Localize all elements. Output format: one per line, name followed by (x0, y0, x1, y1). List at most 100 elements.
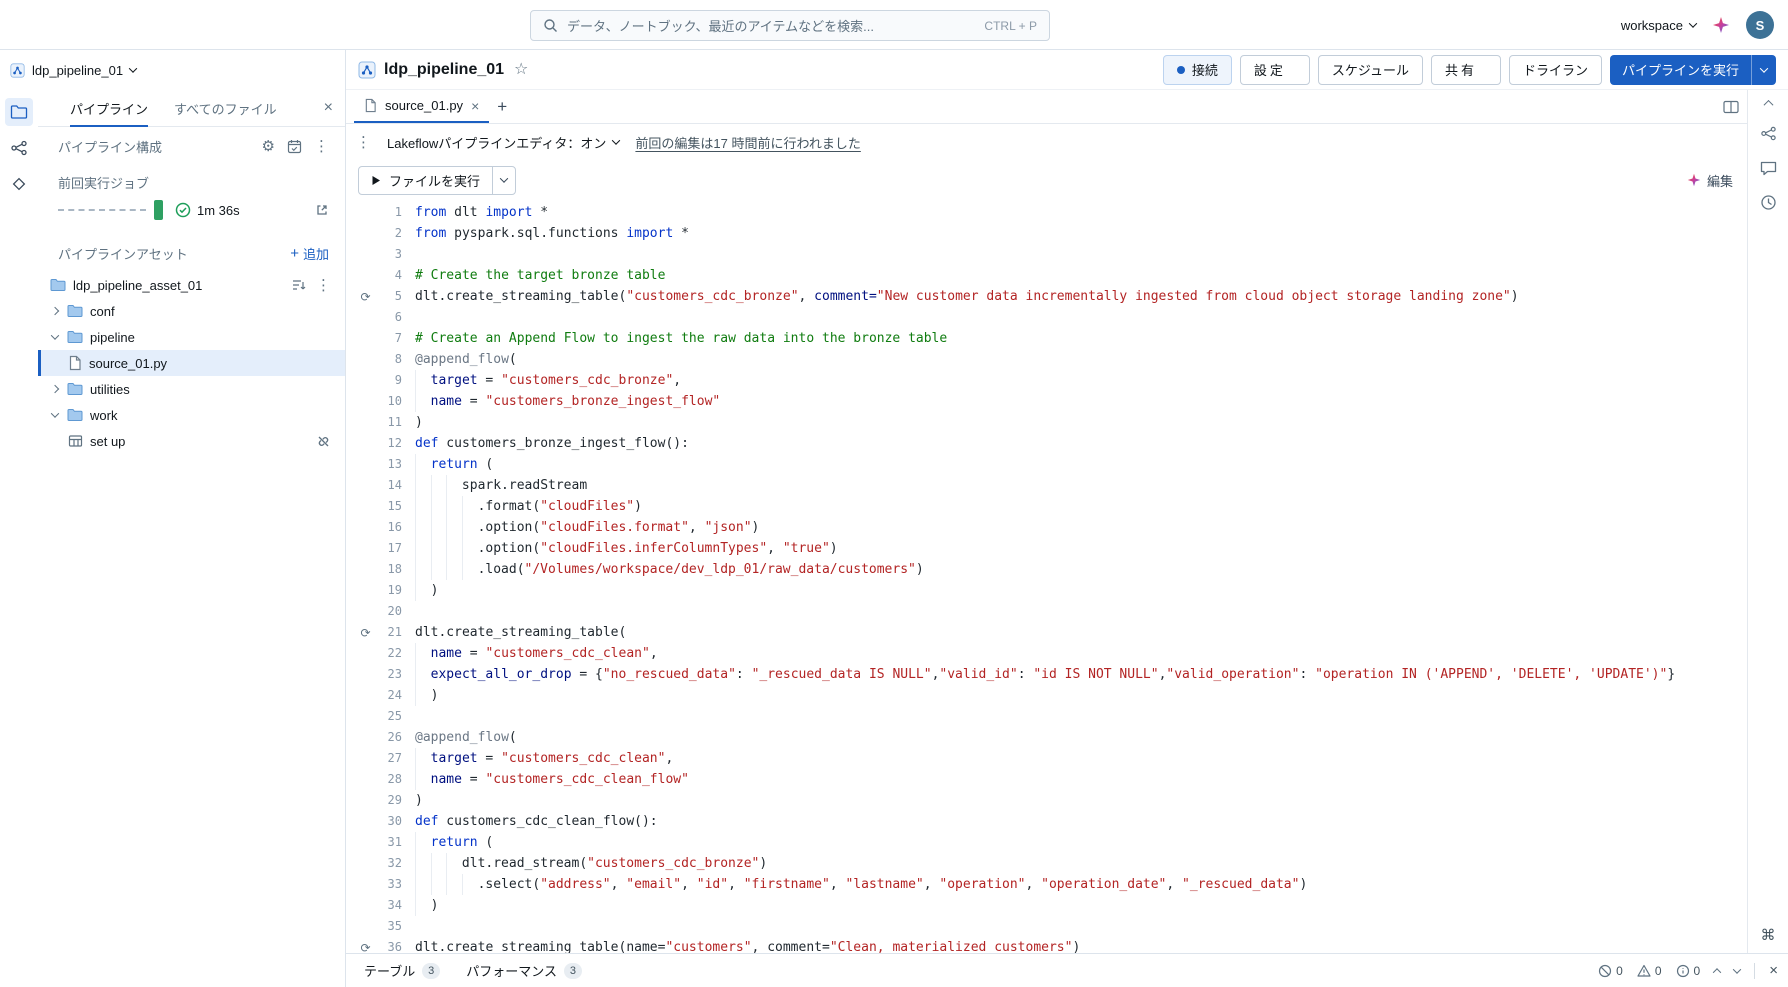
chevron-right-icon[interactable] (50, 384, 60, 394)
tab-performance[interactable]: パフォーマンス 3 (466, 961, 582, 980)
share-button[interactable]: 共有 (1430, 54, 1501, 85)
run-pipeline-button[interactable]: パイプラインを実行 (1609, 54, 1776, 85)
tree-item-work[interactable]: work (38, 402, 345, 428)
schedule-calendar-icon[interactable] (287, 139, 302, 154)
run-success-bar[interactable] (154, 200, 163, 220)
tree-item-source-01-py[interactable]: source_01.py (38, 350, 345, 376)
schedule-button[interactable]: スケジュール (1317, 54, 1423, 85)
files-panel-icon[interactable] (5, 98, 33, 126)
code-line[interactable]: 28 name = "customers_cdc_clean_flow" (346, 769, 1747, 790)
pipeline-graph-icon[interactable] (5, 134, 33, 162)
code-line[interactable]: 9 target = "customers_cdc_bronze", (346, 370, 1747, 391)
close-sidebar-icon[interactable]: × (324, 100, 333, 116)
code-line[interactable]: 3 (346, 244, 1747, 265)
dry-run-button[interactable]: ドライラン (1508, 54, 1602, 85)
code-line[interactable]: 30 def customers_cdc_clean_flow(): (346, 811, 1747, 832)
code-line[interactable]: 11) (346, 412, 1747, 433)
code-line[interactable]: 16 .option("cloudFiles.format", "json") (346, 517, 1747, 538)
close-tab-icon[interactable]: × (471, 99, 479, 113)
code-line[interactable]: 22 name = "customers_cdc_clean", (346, 643, 1747, 664)
code-line[interactable]: ⟳ 21 dlt.create_streaming_table( (346, 622, 1747, 643)
code-line[interactable]: 10 name = "customers_bronze_ingest_flow" (346, 391, 1747, 412)
tree-item-utilities[interactable]: utilities (38, 376, 345, 402)
code-line[interactable]: 17 .option("cloudFiles.inferColumnTypes",… (346, 538, 1747, 559)
code-line[interactable]: 27 target = "customers_cdc_clean", (346, 748, 1747, 769)
tab-all-files[interactable]: すべてのファイル (174, 90, 277, 126)
assets-panel-icon[interactable] (5, 170, 33, 198)
tree-item-pipeline[interactable]: pipeline (38, 324, 345, 350)
panel-expand-icon[interactable] (1712, 967, 1722, 977)
settings-button[interactable]: 設定 (1239, 54, 1310, 85)
link-off-icon[interactable] (316, 434, 331, 449)
global-search-input[interactable]: データ、ノートブック、最近のアイテムなどを検索... CTRL + P (530, 10, 1050, 41)
info-counter[interactable]: 0 (1676, 964, 1700, 978)
code-line[interactable]: 14 spark.readStream (346, 475, 1747, 496)
code-line[interactable]: 20 (346, 601, 1747, 622)
code-line[interactable]: 25 (346, 706, 1747, 727)
tab-pipeline[interactable]: パイプライン (70, 90, 149, 127)
code-line[interactable]: 2 from pyspark.sql.functions import * (346, 223, 1747, 244)
code-line[interactable]: 24) (346, 685, 1747, 706)
code-line[interactable]: 23 expect_all_or_drop = {"no_rescued_data… (346, 664, 1747, 685)
code-area[interactable]: 1 from dlt import * 2 from pyspark.sql.func… (346, 200, 1747, 953)
assistant-edit-button[interactable]: 編集 (1687, 171, 1733, 190)
pipeline-selector[interactable]: ldp_pipeline_01 (0, 50, 345, 90)
code-line[interactable]: 35 (346, 916, 1747, 937)
code-line[interactable]: 1 from dlt import * (346, 202, 1747, 223)
workspace-switcher[interactable]: workspace (1621, 18, 1698, 33)
tree-item-conf[interactable]: conf (38, 298, 345, 324)
connect-button[interactable]: 接続 (1162, 54, 1232, 85)
error-counter[interactable]: 0 (1598, 964, 1623, 978)
user-avatar[interactable]: S (1746, 11, 1774, 39)
code-line[interactable]: 6 (346, 307, 1747, 328)
code-line[interactable]: 13 return ( (346, 454, 1747, 475)
keyboard-shortcuts-icon[interactable]: ⌘ (1761, 928, 1776, 943)
code-line[interactable]: 8 @append_flow( (346, 349, 1747, 370)
more-kebab-icon[interactable]: ⋮ (314, 139, 329, 154)
code-line[interactable]: 31 return ( (346, 832, 1747, 853)
code-line[interactable]: 26 @append_flow( (346, 727, 1747, 748)
chevron-down-icon[interactable] (50, 331, 60, 340)
code-line[interactable]: ⟳ 5 dlt.create_streaming_table("customers_… (346, 286, 1747, 307)
add-asset-button[interactable]: + 追加 (290, 244, 329, 263)
chevron-right-icon[interactable] (50, 306, 60, 316)
run-file-button[interactable]: ファイルを実行 (358, 165, 517, 195)
tree-item-ldp-pipeline-asset-01[interactable]: ldp_pipeline_asset_01 ⋮ (38, 272, 345, 298)
last-edit-link[interactable]: 前回の編集は17 時間前に行われました (635, 133, 860, 152)
chevron-down-icon[interactable] (1759, 63, 1769, 73)
chevron-down-icon[interactable] (499, 174, 509, 183)
code-line[interactable]: 34) (346, 895, 1747, 916)
split-view-icon[interactable] (1723, 100, 1739, 114)
code-line[interactable]: 12 def customers_bronze_ingest_flow(): (346, 433, 1747, 454)
settings-gear-icon[interactable]: ⚙ (262, 139, 275, 154)
comments-icon[interactable] (1760, 160, 1777, 176)
code-line[interactable]: 4 # Create the target bronze table (346, 265, 1747, 286)
editor-kebab-icon[interactable]: ⋮ (356, 135, 371, 150)
more-kebab-icon[interactable]: ⋮ (316, 278, 331, 293)
code-line[interactable]: 18 .load("/Volumes/workspace/dev_ldp_01/r… (346, 559, 1747, 580)
code-line[interactable]: 32 dlt.read_stream("customers_cdc_bronze"… (346, 853, 1747, 874)
sort-icon[interactable] (292, 279, 306, 291)
code-line[interactable]: 33 .select("address", "email", "id", "fir… (346, 874, 1747, 895)
editor-tab-source-01-py[interactable]: source_01.py × (354, 90, 490, 123)
code-line[interactable]: 29) (346, 790, 1747, 811)
code-line[interactable]: 19) (346, 580, 1747, 601)
tab-tables[interactable]: テーブル 3 (364, 961, 441, 980)
code-line[interactable]: ⟳ 36 dlt.create_streaming_table(name="cust… (346, 937, 1747, 953)
tree-item-set-up[interactable]: set up (38, 428, 345, 454)
version-history-icon[interactable] (1760, 194, 1777, 211)
code-line[interactable]: 15 .format("cloudFiles") (346, 496, 1747, 517)
collapse-panel-icon[interactable] (1763, 99, 1773, 110)
warning-counter[interactable]: 0 (1637, 964, 1662, 978)
streaming-table-icon[interactable]: ⟳ (358, 627, 373, 639)
code-line[interactable]: 7 # Create an Append Flow to ingest the r… (346, 328, 1747, 349)
favorite-star-icon[interactable]: ☆ (514, 61, 528, 78)
panel-collapse-icon[interactable] (1732, 964, 1742, 974)
assistant-sparkle-icon[interactable] (1712, 16, 1730, 34)
new-tab-icon[interactable]: + (489, 94, 515, 120)
editor-mode-select[interactable]: Lakeflowパイプラインエディタ：オン (387, 133, 621, 152)
lineage-icon[interactable] (1760, 125, 1777, 142)
chevron-down-icon[interactable] (50, 409, 60, 418)
streaming-table-icon[interactable]: ⟳ (358, 942, 373, 954)
close-panel-icon[interactable]: × (1769, 963, 1778, 978)
